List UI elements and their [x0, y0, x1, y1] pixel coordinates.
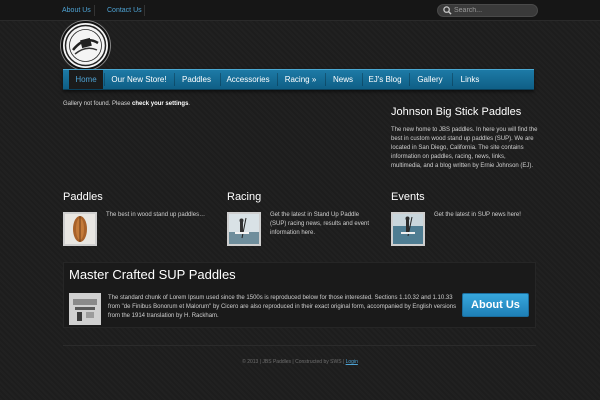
nav-accessories[interactable]: Accessories — [225, 70, 271, 89]
login-link[interactable]: Login — [346, 359, 358, 365]
events-thumbnail[interactable] — [391, 212, 425, 246]
footer-divider — [63, 345, 536, 346]
featured-text: The standard chunk of Lorem Ipsum used s… — [108, 295, 457, 319]
nav-gallery[interactable]: Gallery — [414, 70, 446, 89]
nav-divider — [104, 73, 105, 86]
nav-blog[interactable]: EJ's Blog — [367, 70, 403, 89]
top-bar: About Us Contact Us — [0, 0, 600, 21]
nav-divider — [452, 73, 453, 86]
nav-divider — [362, 73, 363, 86]
workshop-photo-icon — [71, 295, 99, 323]
gallery-notice: Gallery not found. Please check your set… — [63, 101, 190, 107]
search-icon — [443, 6, 452, 15]
notice-end: . — [188, 101, 191, 107]
events-photo-icon — [393, 214, 423, 244]
nav-news[interactable]: News — [330, 70, 356, 89]
top-divider — [94, 5, 95, 16]
site-logo[interactable] — [61, 21, 110, 70]
racing-text: Get the latest in Stand Up Paddle (SUP) … — [270, 212, 370, 236]
notice-text: Gallery not found. Please — [63, 101, 133, 107]
nav-divider — [325, 73, 326, 86]
contact-us-link[interactable]: Contact Us — [105, 0, 144, 21]
nav-divider — [277, 73, 278, 86]
events-title[interactable]: Events — [391, 191, 425, 203]
featured-thumbnail[interactable] — [69, 293, 101, 325]
footer: © 2013 | JBS Paddles | Constructed by SW… — [0, 359, 600, 365]
sidebar-text: The new home to JBS paddles. In here you… — [391, 127, 538, 169]
nav-home[interactable]: Home — [69, 70, 103, 89]
top-divider — [144, 5, 145, 16]
paddles-thumbnail[interactable] — [63, 212, 97, 246]
about-us-button[interactable]: About Us — [462, 293, 529, 317]
paddles-text: The best in wood stand up paddles… — [106, 212, 206, 218]
racing-title[interactable]: Racing — [227, 191, 261, 203]
paddle-photo-icon — [65, 214, 95, 244]
nav-divider — [174, 73, 175, 86]
search-box[interactable] — [437, 4, 538, 17]
logo-icon — [64, 24, 107, 67]
featured-title: Master Crafted SUP Paddles — [69, 267, 236, 282]
settings-link[interactable]: check your settings — [132, 101, 188, 107]
about-us-link[interactable]: About Us — [60, 0, 93, 21]
nav-racing[interactable]: Racing » — [282, 70, 319, 89]
sidebar-title: Johnson Big Stick Paddles — [391, 106, 522, 118]
footer-text: © 2013 | JBS Paddles | Constructed by SW… — [242, 359, 346, 365]
nav-store[interactable]: Our New Store! — [109, 70, 169, 89]
nav-divider — [409, 73, 410, 86]
events-text: Get the latest in SUP news here! — [434, 212, 521, 218]
paddles-title[interactable]: Paddles — [63, 191, 103, 203]
main-nav: Home Our New Store! Paddles Accessories … — [63, 69, 534, 90]
search-input[interactable] — [454, 5, 536, 16]
racing-thumbnail[interactable] — [227, 212, 261, 246]
nav-divider — [220, 73, 221, 86]
nav-links[interactable]: Links — [457, 70, 483, 89]
racing-photo-icon — [229, 214, 259, 244]
nav-paddles[interactable]: Paddles — [180, 70, 213, 89]
